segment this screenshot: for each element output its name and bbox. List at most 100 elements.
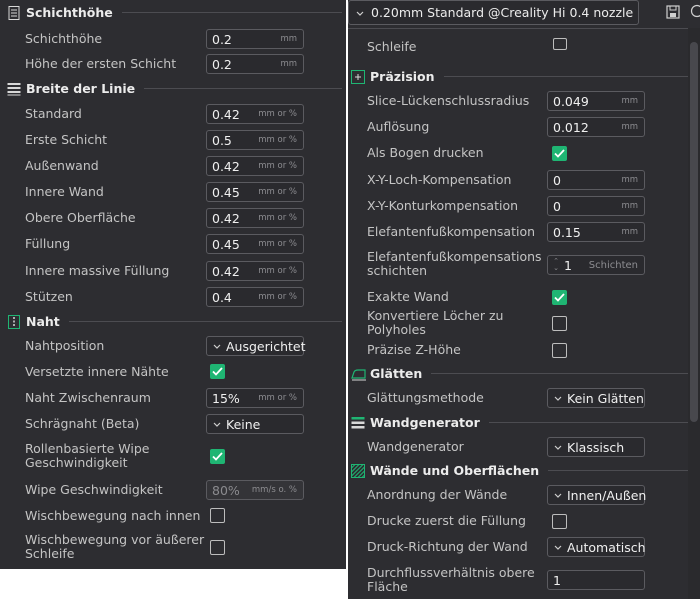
infill-first-checkbox[interactable]: [552, 514, 567, 529]
wipe-before-outer-checkbox[interactable]: [210, 540, 225, 555]
label: Exakte Wand: [367, 289, 449, 304]
compare-icon[interactable]: [690, 4, 700, 18]
value[interactable]: 0.15: [548, 225, 621, 240]
value: Kein Glätten: [567, 390, 644, 406]
wall-direction-select[interactable]: Automatisch: [547, 537, 646, 557]
chevron-down-icon: [554, 445, 562, 450]
value[interactable]: 15%: [207, 391, 258, 406]
elephant-foot-input[interactable]: 0.15 mm: [547, 222, 645, 242]
label: Schichthöhe: [25, 31, 103, 46]
row-top-surface-width: Obere Oberfläche 0.42 mm or %: [0, 206, 346, 230]
label: Schrägnaht (Beta): [25, 416, 140, 431]
label: Wipe Geschwindigkeit: [25, 482, 163, 497]
elephant-layers-spinner[interactable]: ⌃ ⌄ 1 Schichten: [547, 255, 645, 275]
value[interactable]: 0.42: [207, 211, 258, 226]
label: Innere massive Füllung: [25, 263, 170, 278]
section-precision: Präzision: [348, 65, 700, 87]
section-title: Wandgenerator: [370, 414, 480, 430]
partial-loop-checkbox[interactable]: [553, 38, 567, 50]
spinner-arrows-icon[interactable]: ⌃ ⌄: [551, 258, 561, 272]
value[interactable]: 0.012: [548, 120, 621, 135]
preset-select[interactable]: 0.20mm Standard @Creality Hi 0.4 nozzle: [348, 0, 639, 25]
scarf-seam-select[interactable]: Keine: [206, 414, 304, 434]
row-resolution: Auflösung 0.012 mm: [348, 115, 700, 139]
solid-infill-width-input[interactable]: 0.42 mm or %: [206, 261, 304, 281]
staggered-seams-checkbox[interactable]: [210, 364, 225, 379]
row-precise-z: Präzise Z-Höhe: [348, 338, 700, 362]
section-title: Breite der Linie: [26, 80, 136, 96]
wall-order-select[interactable]: Innen/Außen: [547, 485, 646, 505]
seam-gap-input[interactable]: 15% mm or %: [206, 388, 304, 408]
value[interactable]: 0.42: [207, 264, 258, 279]
chevron-down-icon: [213, 422, 221, 427]
chevron-down-icon: [554, 396, 562, 401]
unit: mm: [621, 122, 638, 132]
value[interactable]: 0.4: [207, 290, 258, 305]
precise-z-checkbox[interactable]: [552, 343, 567, 358]
value[interactable]: 0.049: [548, 94, 621, 109]
row-default-width: Standard 0.42 mm or %: [0, 102, 346, 126]
value[interactable]: 0.2: [207, 32, 280, 47]
scrollbar-thumb[interactable]: [690, 42, 698, 422]
support-width-input[interactable]: 0.4 mm or %: [206, 287, 304, 307]
section-divider: [68, 320, 342, 322]
section-title: Wände und Oberflächen: [370, 462, 540, 478]
check-icon: [554, 293, 565, 302]
value[interactable]: 0: [548, 173, 621, 188]
ironing-icon: [351, 366, 366, 381]
row-arc-fitting: Als Bogen drucken: [348, 141, 700, 165]
section-divider: [144, 87, 342, 89]
row-role-wipe-speed: Rollenbasierte Wipe Geschwindigkeit: [0, 442, 346, 472]
resolution-input[interactable]: 0.012 mm: [547, 117, 645, 137]
label: Nahtposition: [25, 338, 105, 353]
infill-width-input[interactable]: 0.45 mm or %: [206, 234, 304, 254]
first-layer-width-input[interactable]: 0.5 mm or %: [206, 130, 304, 150]
row-elephant-foot: Elefantenfußkompensation 0.15 mm: [348, 220, 700, 244]
save-icon[interactable]: [666, 5, 680, 19]
section-ironing: Glätten: [348, 362, 700, 384]
scrollbar[interactable]: [688, 28, 700, 599]
slice-gap-input[interactable]: 0.049 mm: [547, 91, 645, 111]
section-line-width: Breite der Linie: [0, 77, 346, 99]
layer-height-input[interactable]: 0.2 mm: [206, 29, 304, 49]
value[interactable]: 0: [548, 199, 621, 214]
value[interactable]: 0.45: [207, 237, 258, 252]
unit: mm: [280, 59, 297, 69]
unit: mm or %: [258, 135, 297, 145]
xy-hole-input[interactable]: 0 mm: [547, 170, 645, 190]
top-surface-width-input[interactable]: 0.42 mm or %: [206, 208, 304, 228]
row-seam-position: Nahtposition Ausgerichtet: [0, 334, 346, 358]
value[interactable]: 1: [564, 258, 589, 273]
label: Erste Schicht: [25, 132, 108, 147]
value[interactable]: 1: [548, 573, 644, 588]
inner-wall-width-input[interactable]: 0.45 mm or %: [206, 182, 304, 202]
value[interactable]: 0.42: [207, 159, 258, 174]
top-flow-input[interactable]: 1: [547, 570, 645, 590]
label: Höhe der ersten Schicht: [25, 56, 177, 71]
ironing-method-select[interactable]: Kein Glätten: [547, 388, 645, 408]
value[interactable]: 80%: [207, 483, 252, 498]
role-wipe-speed-checkbox[interactable]: [210, 449, 225, 464]
wipe-inward-checkbox[interactable]: [210, 508, 225, 523]
value[interactable]: 0.5: [207, 133, 258, 148]
default-width-input[interactable]: 0.42 mm or %: [206, 104, 304, 124]
wipe-speed-input[interactable]: 80% mm/s o. %: [206, 480, 304, 500]
wall-generator-select[interactable]: Klassisch: [547, 437, 645, 457]
first-layer-height-input[interactable]: 0.2 mm: [206, 54, 304, 74]
value[interactable]: 0.42: [207, 107, 258, 122]
value: Automatisch: [567, 539, 646, 555]
arc-fitting-checkbox[interactable]: [552, 146, 567, 161]
label: Drucke zuerst die Füllung: [367, 513, 526, 528]
label: Stützen: [25, 289, 73, 304]
value[interactable]: 0.2: [207, 57, 280, 72]
outer-wall-width-input[interactable]: 0.42 mm or %: [206, 156, 304, 176]
value[interactable]: 0.45: [207, 185, 258, 200]
precise-wall-checkbox[interactable]: [552, 290, 567, 305]
section-title: Schichthöhe: [26, 4, 113, 20]
row-wipe-inward: Wischbewegung nach innen: [0, 504, 346, 528]
seam-position-select[interactable]: Ausgerichtet: [206, 336, 306, 356]
label: Konvertiere Löcher zu Polyholes: [367, 308, 504, 337]
polyholes-checkbox[interactable]: [552, 316, 567, 331]
label: Druck-Richtung der Wand: [367, 539, 528, 554]
xy-contour-input[interactable]: 0 mm: [547, 196, 645, 216]
